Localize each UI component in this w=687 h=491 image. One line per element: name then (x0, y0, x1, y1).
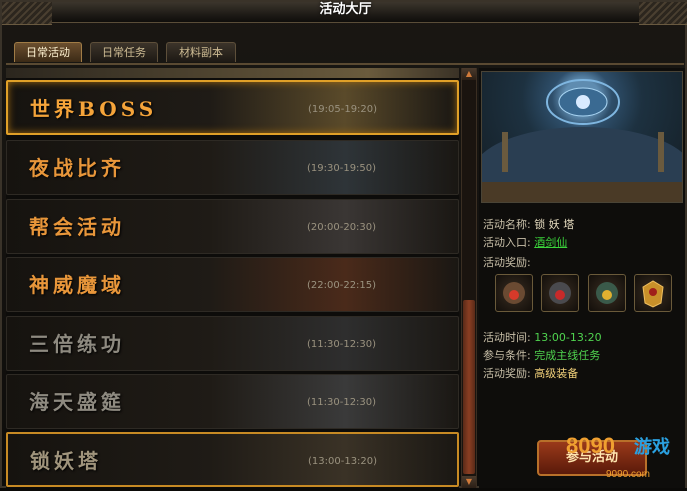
activity-item[interactable]: 锁妖塔 (13:00-13:20) (6, 432, 459, 487)
detail-name-row: 活动名称: 锁 妖 塔 (483, 216, 574, 232)
activity-time: (11:30-12:30) (307, 339, 377, 350)
activity-time: (11:30-12:30) (307, 397, 377, 408)
detail-entry-row: 活动入口: 酒剑仙 (483, 234, 567, 250)
detail-reward2-row: 活动奖励: 高级装备 (483, 365, 578, 381)
activity-name: 世界BOSS (30, 97, 158, 121)
condition-value: 完成主线任务 (534, 349, 601, 362)
demon-mask-icon-blue (596, 282, 618, 304)
gold-armor-icon (642, 280, 664, 308)
activity-list: 世界BOSS (19:05-19:20) 夜战比齐 (19:30-19:50) 帮会活动… (6, 68, 459, 488)
tab-underline (6, 63, 684, 65)
entry-npc-link[interactable]: 酒剑仙 (534, 236, 567, 249)
activity-time: (19:30-19:50) (307, 163, 377, 174)
entry-label: 活动入口: (483, 236, 531, 249)
condition-label: 参与条件: (483, 349, 531, 362)
name-label: 活动名称: (483, 218, 531, 231)
activity-time: (19:05-19:20) (308, 104, 378, 115)
time-label: 活动时间: (483, 331, 531, 344)
list-top-fragment (6, 68, 459, 78)
watermark-text: 游戏 (634, 436, 670, 458)
scroll-up-icon[interactable]: ▲ (462, 68, 476, 80)
window-title: 活动大厅 (319, 2, 372, 17)
activity-item[interactable]: 帮会活动 (20:00-20:30) (6, 199, 459, 254)
scroll-down-icon[interactable]: ▼ (462, 476, 476, 488)
activity-name: 海天盛筵 (29, 390, 125, 414)
tab-material-dungeon[interactable]: 材料副本 (166, 42, 236, 62)
tower-arena-illustration (482, 79, 682, 202)
demon-mask-icon-red (503, 282, 525, 304)
activity-preview-image (481, 71, 683, 203)
tab-daily-tasks[interactable]: 日常任务 (90, 42, 158, 62)
watermark-domain: 9090.com (606, 469, 650, 480)
activity-item[interactable]: 神威魔域 (22:00-22:15) (6, 257, 459, 312)
activity-detail-panel: 活动名称: 锁 妖 塔 活动入口: 酒剑仙 活动奖励: 活动时间: 13:00-… (479, 68, 685, 488)
site-watermark: 8090 游戏 9090.com (562, 427, 684, 487)
rewards-label: 活动奖励: (483, 256, 531, 269)
reward-item-slot-2[interactable] (541, 274, 579, 312)
activity-item[interactable]: 世界BOSS (19:05-19:20) (6, 80, 459, 135)
detail-time-row: 活动时间: 13:00-13:20 (483, 329, 602, 345)
name-value: 锁 妖 塔 (534, 218, 575, 231)
reward-item-slot-3[interactable] (588, 274, 626, 312)
activity-list-scrollbar[interactable]: ▲ ▼ (461, 68, 477, 488)
activity-time: (13:00-13:20) (308, 456, 378, 467)
detail-condition-row: 参与条件: 完成主线任务 (483, 347, 600, 363)
activity-item[interactable]: 海天盛筵 (11:30-12:30) (6, 374, 459, 429)
watermark-logo-icon: 8090 游戏 9090.com (566, 433, 670, 480)
watermark-number: 8090 (566, 433, 615, 458)
activity-name: 神威魔域 (29, 273, 125, 297)
activity-name: 帮会活动 (29, 215, 125, 239)
activity-name: 夜战比齐 (29, 156, 125, 180)
title-bar: 活动大厅 (2, 2, 687, 25)
tab-daily-activities[interactable]: 日常活动 (14, 42, 82, 62)
demon-mask-icon-dark (549, 282, 571, 304)
activity-item[interactable]: 夜战比齐 (19:30-19:50) (6, 140, 459, 195)
reward2-label: 活动奖励: (483, 367, 531, 380)
detail-rewards-row: 活动奖励: (483, 254, 531, 270)
scroll-thumb[interactable] (463, 300, 475, 474)
reward2-value: 高级装备 (534, 367, 579, 380)
activity-hall-window: 活动大厅 日常活动 日常任务 材料副本 世界BOSS (19:05-19:20) 夜… (0, 0, 687, 488)
activity-time: (22:00-22:15) (307, 280, 377, 291)
time-value: 13:00-13:20 (534, 331, 602, 344)
activity-name: 三倍练功 (29, 332, 125, 356)
activity-name: 锁妖塔 (30, 449, 102, 473)
activity-item[interactable]: 三倍练功 (11:30-12:30) (6, 316, 459, 371)
activity-time: (20:00-20:30) (307, 222, 377, 233)
reward-item-slot-4[interactable] (634, 274, 672, 312)
reward-item-slot-1[interactable] (495, 274, 533, 312)
